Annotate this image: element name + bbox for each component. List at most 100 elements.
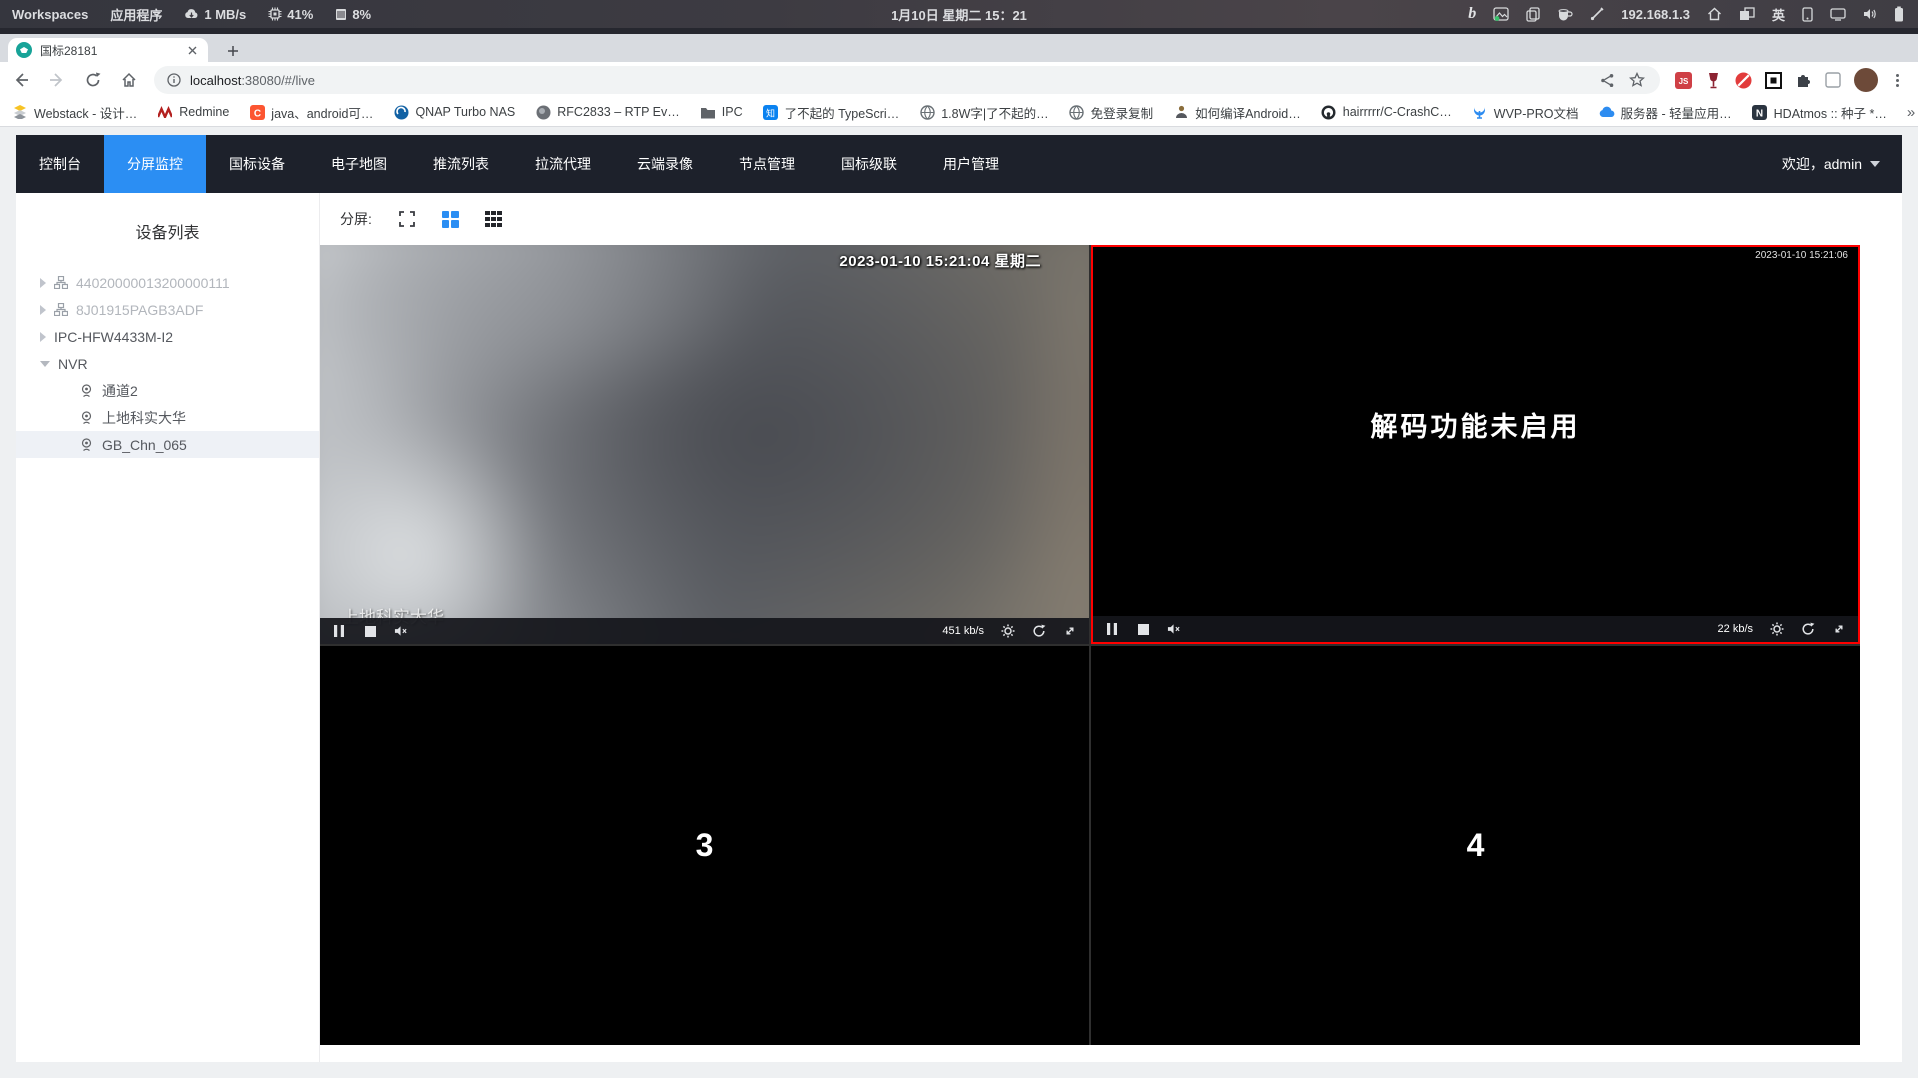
- tree-item-channel[interactable]: 通道2: [16, 377, 319, 404]
- net-speed-indicator[interactable]: 1 MB/s: [184, 7, 246, 22]
- settings-gear-icon[interactable]: [1770, 622, 1784, 636]
- battery-tray-icon[interactable]: [1894, 6, 1904, 22]
- collapse-arrow-icon[interactable]: [40, 360, 50, 367]
- tree-item-device[interactable]: IPC-HFW4433M-I2: [16, 323, 319, 350]
- video-cell-1[interactable]: 2023-01-10 15:21:04 星期二 上地科实大华: [320, 245, 1089, 644]
- windows-tray-icon[interactable]: [1739, 7, 1755, 21]
- pause-icon[interactable]: [332, 624, 346, 638]
- volume-tray-icon[interactable]: [1863, 8, 1877, 20]
- wvp-icon: [1472, 104, 1488, 120]
- ip-address-indicator[interactable]: 192.168.1.3: [1621, 7, 1690, 22]
- volume-muted-icon[interactable]: [1167, 622, 1181, 636]
- home-tray-icon[interactable]: [1707, 7, 1722, 21]
- bookmark-item[interactable]: 1.8W字|了不起的…: [919, 103, 1049, 122]
- nav-tab-push-list[interactable]: 推流列表: [410, 135, 512, 193]
- tree-item-channel[interactable]: 上地科实大华: [16, 404, 319, 431]
- globe-icon: [1069, 104, 1085, 120]
- site-info-icon[interactable]: [166, 72, 182, 88]
- nav-tab-gb-cascade[interactable]: 国标级联: [818, 135, 920, 193]
- bookmark-item[interactable]: QNAP Turbo NAS: [393, 104, 515, 120]
- extension-wine-icon[interactable]: [1704, 71, 1722, 89]
- clipboard-tray-icon[interactable]: [1526, 6, 1540, 22]
- extension-js-icon[interactable]: JS: [1674, 71, 1692, 89]
- video-cell-2[interactable]: 2023-01-10 15:21:06 解码功能未启用 22 kb/s: [1091, 245, 1860, 644]
- home-button[interactable]: [118, 69, 140, 91]
- player-control-bar: 451 kb/s: [320, 618, 1089, 644]
- tool-tray-icon[interactable]: [1590, 7, 1604, 21]
- bookmark-item[interactable]: Redmine: [157, 104, 229, 120]
- nav-tab-map[interactable]: 电子地图: [308, 135, 410, 193]
- refresh-icon[interactable]: [1032, 624, 1046, 638]
- volume-muted-icon[interactable]: [394, 624, 408, 638]
- coffee-tray-icon[interactable]: [1557, 7, 1573, 21]
- nav-tab-gb-devices[interactable]: 国标设备: [206, 135, 308, 193]
- phone-tray-icon[interactable]: [1802, 6, 1813, 22]
- bookmark-item[interactable]: WVP-PRO文档: [1472, 103, 1579, 122]
- bookmark-item[interactable]: IPC: [700, 104, 743, 120]
- nav-tab-console[interactable]: 控制台: [16, 135, 104, 193]
- bookmark-item[interactable]: 知 了不起的 TypeScri…: [763, 103, 899, 122]
- expand-icon[interactable]: [1063, 624, 1077, 638]
- tab-close-icon[interactable]: [184, 42, 200, 58]
- qnap-icon: [393, 104, 409, 120]
- bookmark-item[interactable]: Webstack - 设计…: [12, 103, 137, 122]
- expand-arrow-icon[interactable]: [40, 304, 46, 315]
- display-tray-icon[interactable]: [1830, 7, 1846, 21]
- expand-arrow-icon[interactable]: [40, 277, 46, 288]
- user-menu[interactable]: 欢迎，admin: [1782, 135, 1902, 193]
- browser-menu-icon[interactable]: [1890, 73, 1904, 87]
- tree-item-device[interactable]: 8J01915PAGB3ADF: [16, 296, 319, 323]
- tree-item-device-expanded[interactable]: NVR: [16, 350, 319, 377]
- back-button[interactable]: [10, 69, 32, 91]
- cpu-indicator[interactable]: 41%: [268, 7, 313, 22]
- input-method-indicator[interactable]: 英: [1772, 5, 1785, 24]
- stop-icon[interactable]: [1136, 622, 1150, 636]
- split-2x2-icon[interactable]: [441, 210, 459, 228]
- url-bar[interactable]: localhost:38080/#/live: [154, 66, 1660, 94]
- split-3x3-icon[interactable]: [484, 210, 502, 228]
- profile-avatar[interactable]: [1854, 68, 1878, 92]
- bookmark-item[interactable]: N HDAtmos :: 种子 *…: [1752, 103, 1887, 122]
- extension-puzzle-icon[interactable]: [1794, 71, 1812, 89]
- share-icon[interactable]: [1596, 69, 1618, 91]
- workspaces-button[interactable]: Workspaces: [12, 7, 88, 22]
- cpu-icon: [268, 7, 282, 21]
- expand-icon[interactable]: [1832, 622, 1846, 636]
- nav-tab-split-monitor[interactable]: 分屏监控: [104, 135, 206, 193]
- bookmark-item[interactable]: hairrrrr/C-CrashC…: [1321, 104, 1452, 120]
- extension-blocker-icon[interactable]: [1734, 71, 1752, 89]
- nav-tab-cloud-record[interactable]: 云端录像: [614, 135, 716, 193]
- extension-blank-icon[interactable]: [1824, 71, 1842, 89]
- tree-item-device[interactable]: 44020000013200000111: [16, 269, 319, 296]
- bookmark-item[interactable]: 如何编译Android…: [1173, 103, 1301, 122]
- nav-tab-users[interactable]: 用户管理: [920, 135, 1022, 193]
- fullscreen-icon[interactable]: [398, 210, 416, 228]
- nav-tab-nodes[interactable]: 节点管理: [716, 135, 818, 193]
- bookmark-item[interactable]: 免登录复制: [1069, 103, 1153, 122]
- settings-gear-icon[interactable]: [1001, 624, 1015, 638]
- reload-button[interactable]: [82, 69, 104, 91]
- nav-tab-pull-proxy[interactable]: 拉流代理: [512, 135, 614, 193]
- video-cell-3[interactable]: 3: [320, 646, 1089, 1045]
- new-tab-button[interactable]: [222, 40, 244, 62]
- screenshot-tray-icon[interactable]: [1493, 7, 1509, 21]
- video-cell-4[interactable]: 4: [1091, 646, 1860, 1045]
- applications-menu[interactable]: 应用程序: [110, 5, 162, 24]
- channel-label: 上地科实大华: [102, 409, 186, 426]
- bookmark-item[interactable]: RFC2833 – RTP Ev…: [535, 104, 680, 120]
- bookmark-item[interactable]: 服务器 - 轻量应用…: [1599, 103, 1732, 122]
- search-tray-icon[interactable]: b: [1468, 5, 1476, 23]
- bookmarks-overflow-chevron[interactable]: »: [1907, 104, 1918, 121]
- tree-item-channel-selected[interactable]: GB_Chn_065: [16, 431, 319, 458]
- pause-icon[interactable]: [1105, 622, 1119, 636]
- extension-frame-icon[interactable]: [1764, 71, 1782, 89]
- bookmark-item[interactable]: C java、android可…: [249, 103, 373, 122]
- bookmark-star-icon[interactable]: [1626, 69, 1648, 91]
- memory-indicator[interactable]: 8%: [335, 7, 371, 22]
- bookmarks-bar: Webstack - 设计… Redmine C java、android可… …: [0, 98, 1918, 127]
- stop-icon[interactable]: [363, 624, 377, 638]
- browser-tab[interactable]: 国标28181: [8, 38, 208, 62]
- forward-button[interactable]: [46, 69, 68, 91]
- refresh-icon[interactable]: [1801, 622, 1815, 636]
- expand-arrow-icon[interactable]: [40, 331, 46, 342]
